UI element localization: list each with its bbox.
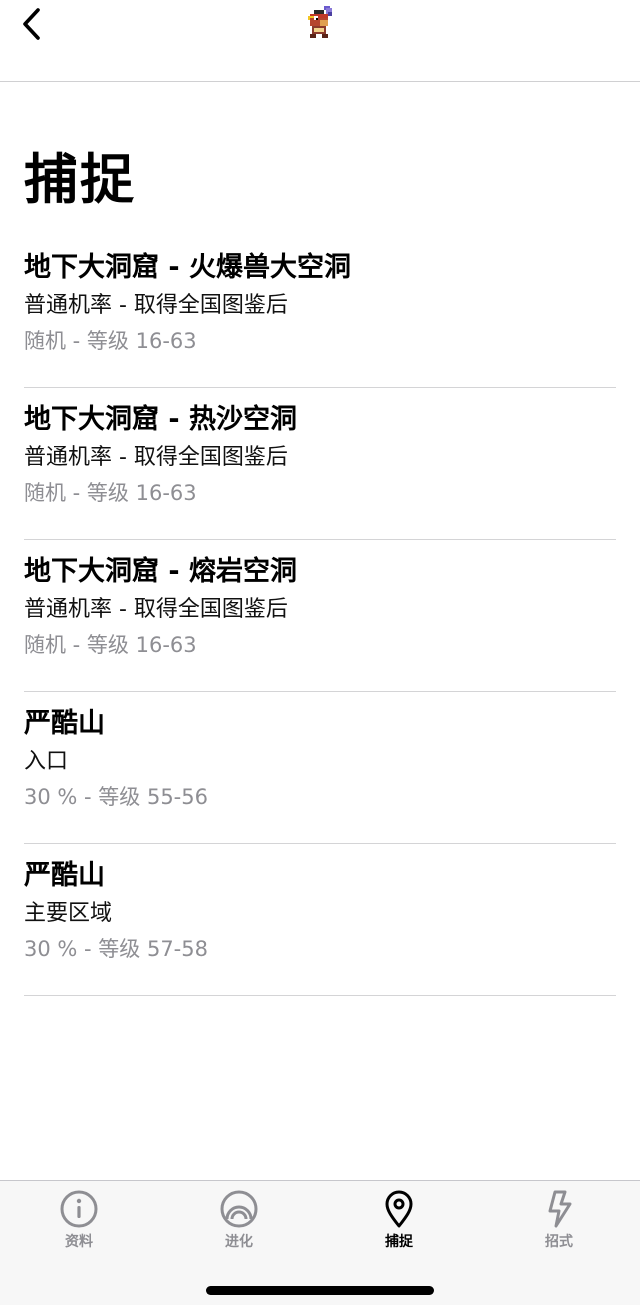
tab-info[interactable]: 资料 <box>19 1189 139 1259</box>
tab-evolution[interactable]: 进化 <box>179 1189 299 1259</box>
list-item[interactable]: 地下大洞窟 - 火爆兽大空洞 普通机率 - 取得全国图鉴后 随机 - 等级 16… <box>24 236 616 388</box>
pokemon-sprite-icon <box>308 6 332 38</box>
encounter-method: 普通机率 - 取得全国图鉴后 <box>24 293 288 318</box>
encounter-method: 普通机率 - 取得全国图鉴后 <box>24 597 288 622</box>
encounter-method: 普通机率 - 取得全国图鉴后 <box>24 445 288 470</box>
chevron-left-icon <box>23 8 40 40</box>
encounter-location: 严酷山 <box>24 708 105 739</box>
tab-label: 捕捉 <box>385 1234 413 1250</box>
encounter-rate-level: 随机 - 等级 16-63 <box>24 481 197 505</box>
tab-moves[interactable]: 招式 <box>499 1189 619 1259</box>
list-item[interactable]: 地下大洞窟 - 熔岩空洞 普通机率 - 取得全国图鉴后 随机 - 等级 16-6… <box>24 540 616 692</box>
encounter-location: 地下大洞窟 - 熔岩空洞 <box>24 556 298 587</box>
navigation-bar <box>0 0 640 82</box>
back-button[interactable] <box>12 4 52 44</box>
encounter-list: 地下大洞窟 - 火爆兽大空洞 普通机率 - 取得全国图鉴后 随机 - 等级 16… <box>24 236 616 996</box>
encounter-location: 地下大洞窟 - 火爆兽大空洞 <box>24 252 352 283</box>
list-item[interactable]: 地下大洞窟 - 热沙空洞 普通机率 - 取得全国图鉴后 随机 - 等级 16-6… <box>24 388 616 540</box>
tab-capture[interactable]: 捕捉 <box>339 1189 459 1259</box>
lightning-bolt-icon <box>548 1190 572 1228</box>
page-title: 捕捉 <box>24 148 136 211</box>
list-item[interactable]: 严酷山 入口 30 % - 等级 55-56 <box>24 692 616 844</box>
location-pin-icon <box>385 1190 413 1228</box>
encounter-location: 地下大洞窟 - 热沙空洞 <box>24 404 298 435</box>
encounter-rate-level: 随机 - 等级 16-63 <box>24 329 197 353</box>
info-icon <box>60 1190 98 1228</box>
encounter-rate-level: 30 % - 等级 57-58 <box>24 937 208 961</box>
encounter-method: 主要区域 <box>24 901 113 926</box>
evolution-icon <box>220 1190 258 1228</box>
tab-label: 进化 <box>225 1234 253 1250</box>
encounter-location: 严酷山 <box>24 860 105 891</box>
capture-screen: 捕捉 地下大洞窟 - 火爆兽大空洞 普通机率 - 取得全国图鉴后 随机 - 等级… <box>0 0 640 1305</box>
tab-label: 资料 <box>65 1234 93 1250</box>
tab-label: 招式 <box>545 1234 573 1250</box>
home-indicator <box>206 1286 434 1295</box>
encounter-method: 入口 <box>24 749 69 774</box>
encounter-rate-level: 随机 - 等级 16-63 <box>24 633 197 657</box>
list-item[interactable]: 严酷山 主要区域 30 % - 等级 57-58 <box>24 844 616 996</box>
encounter-rate-level: 30 % - 等级 55-56 <box>24 785 208 809</box>
